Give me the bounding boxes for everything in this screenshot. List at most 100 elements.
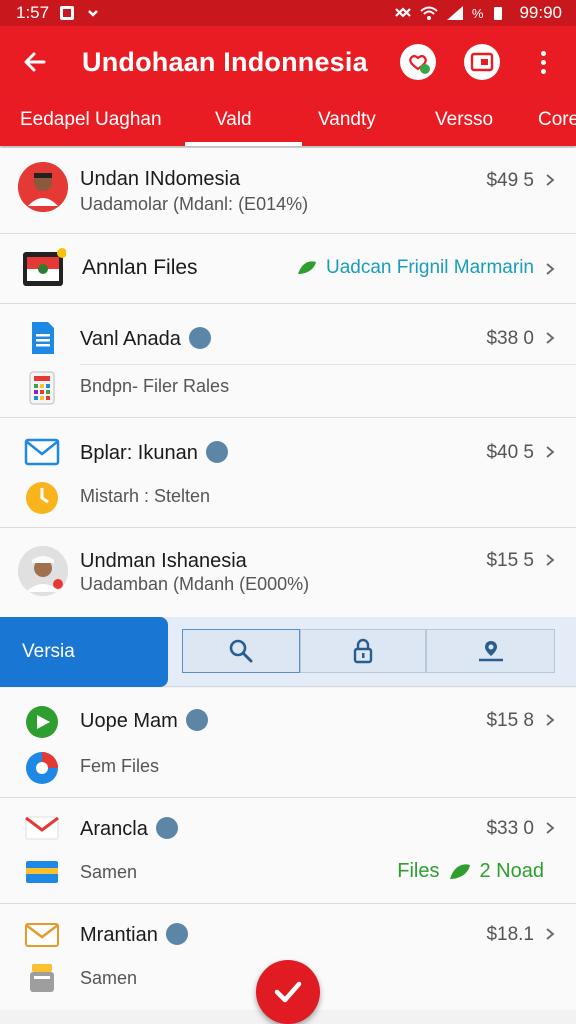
list-item[interactable]: Bplar: Ikunan Mistarh : Stelten $40 5 (0, 418, 576, 528)
clock-icon (24, 480, 60, 516)
play-icon (24, 704, 60, 740)
item-title: Undman Ishanesia (80, 550, 247, 572)
battery-icon (493, 5, 509, 21)
avatar (18, 162, 68, 212)
location-button[interactable] (426, 629, 555, 673)
list-item[interactable]: Undan INdomesia Uadamolar (Mdanl: (E014%… (0, 148, 576, 234)
card-icon (470, 52, 494, 72)
heart-pin-icon (409, 55, 430, 74)
tab-bar: Eedapel Uaghan Vald Vandty Versso Core (0, 98, 576, 146)
flag-file-icon (22, 248, 67, 288)
item-price: $15 8 (486, 710, 534, 731)
mail-icon (24, 434, 60, 470)
document-icon (24, 320, 60, 356)
location-pin-icon (478, 641, 503, 662)
signal-icon (446, 5, 463, 21)
item-title: Mrantian (80, 922, 188, 947)
verified-badge-icon (188, 326, 211, 349)
list-item[interactable]: Undman Ishanesia Uadamban (Mdanh (E000%)… (0, 528, 576, 617)
chevron-right-icon (546, 174, 555, 186)
list-item[interactable]: Uope Mam Fem Files $15 8 (0, 688, 576, 798)
more-options-button[interactable] (528, 50, 558, 74)
list-item[interactable]: Annlan Files Uadcan Frignil Marmarin (0, 234, 576, 304)
jar-icon (24, 960, 60, 996)
arrow-left-icon (24, 52, 46, 72)
status-left: Files (397, 860, 440, 882)
title-text: Bplar: Ikunan (80, 442, 198, 464)
bluetooth-icon (394, 5, 411, 21)
chevron-right-icon (546, 554, 555, 566)
verified-badge-icon (205, 440, 228, 463)
title-text: Vanl Anada (80, 328, 181, 350)
item-subtitle: Uadamban (Mdanh (E000%) (80, 574, 310, 594)
tab-eedapel[interactable]: Eedapel Uaghan (20, 98, 162, 146)
heart-map-button[interactable] (400, 44, 436, 80)
link-label: Uadcan Frignil Marmarin (325, 257, 534, 278)
title-text: Mrantian (80, 924, 158, 946)
item-price: $40 5 (486, 442, 534, 463)
confirm-fab-button[interactable] (256, 960, 320, 1024)
search-button[interactable] (182, 629, 300, 673)
item-title: Vanl Anada (80, 326, 211, 351)
verified-badge-icon (165, 922, 188, 945)
item-price: $49 5 (486, 170, 534, 191)
chevron-right-icon (546, 263, 555, 275)
envelope-icon (24, 916, 60, 952)
status-time: 1:57 (16, 3, 50, 22)
battery-label: % (471, 5, 484, 21)
tab-vald[interactable]: Vald (185, 98, 301, 146)
verified-badge-icon (155, 816, 178, 839)
checkmark-icon (274, 981, 302, 1003)
verified-badge-icon (185, 708, 208, 731)
chevron-right-icon (546, 822, 555, 834)
status-indicator: Files 2 Noad (397, 860, 544, 883)
item-subtitle: Bndpn- Filer Rales (80, 376, 230, 396)
notification-icon (59, 5, 75, 21)
leaf-icon (297, 261, 316, 274)
search-icon (229, 639, 253, 663)
calendar-button[interactable] (464, 44, 500, 80)
tab-versia[interactable]: Versia (0, 617, 168, 687)
title-text: Arancla (80, 818, 148, 840)
item-subtitle: Mistarh : Stelten (80, 486, 211, 506)
list-item[interactable]: Arancla Samen $33 0 Files 2 Noad (0, 798, 576, 904)
app-title: Undohaan Indonnesia (82, 46, 368, 77)
item-price: $38 0 (486, 328, 534, 349)
sub-navigation: Versia (0, 617, 576, 687)
item-title: Undan INdomesia (80, 168, 241, 190)
item-price: $33 0 (486, 818, 534, 839)
app-bar: Undohaan Indonnesia (0, 26, 576, 98)
tab-core[interactable]: Core (538, 98, 576, 146)
leaf-icon (449, 863, 470, 879)
item-subtitle: Samen (80, 968, 138, 988)
item-subtitle: Uadamolar (Mdanl: (E014%) (80, 194, 309, 214)
item-title: Bplar: Ikunan (80, 440, 228, 465)
item-price: $15 5 (486, 550, 534, 571)
item-link[interactable]: Uadcan Frignil Marmarin (296, 257, 534, 279)
calculator-icon (24, 370, 60, 406)
divider (80, 364, 576, 365)
card-icon (24, 854, 60, 890)
item-subtitle: Samen (80, 862, 138, 882)
item-title: Annlan Files (82, 256, 198, 279)
list-item[interactable]: Vanl Anada Bndpn- Filer Rales $38 0 (0, 304, 576, 418)
back-button[interactable] (0, 26, 70, 98)
gmail-icon (24, 810, 60, 846)
compass-icon (24, 750, 60, 786)
status-bar: 1:57 % 99:90 (0, 0, 576, 26)
status-right: 2 Noad (479, 860, 545, 882)
item-title: Arancla (80, 816, 178, 841)
chevron-right-icon (546, 714, 555, 726)
item-title: Uope Mam (80, 708, 208, 733)
status-clock: 99:90 (519, 3, 562, 22)
tab-versso[interactable]: Versso (435, 98, 493, 146)
tab-vandty[interactable]: Vandty (318, 98, 376, 146)
chevron-right-icon (546, 446, 555, 458)
lock-icon (353, 638, 373, 664)
avatar (18, 546, 68, 596)
chevron-right-icon (546, 928, 555, 940)
wifi-icon (420, 5, 438, 21)
item-subtitle: Fem Files (80, 756, 160, 776)
item-price: $18.1 (486, 924, 534, 945)
lock-button[interactable] (300, 629, 426, 673)
